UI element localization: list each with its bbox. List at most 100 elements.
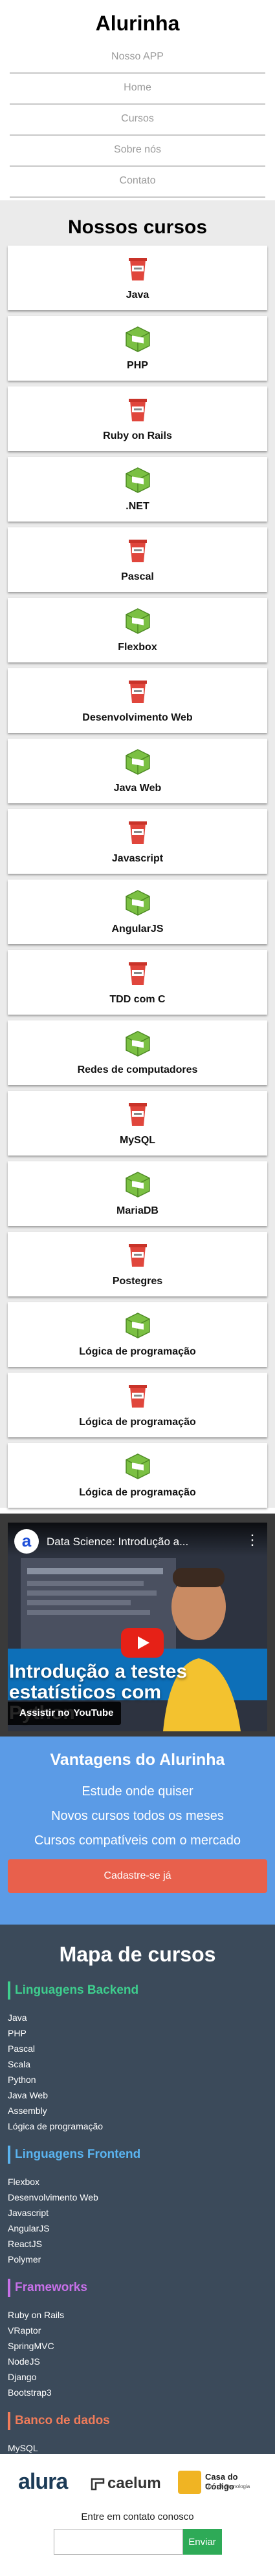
course-name: PHP [127,360,148,371]
cup-icon [124,818,152,847]
course-card[interactable]: Flexbox [8,598,267,662]
course-map-link[interactable]: NodeJS [8,2354,267,2369]
contact-form: Enviar [0,2529,275,2555]
cup-icon [124,396,152,424]
course-card[interactable]: Java [8,246,267,310]
course-name: Lógica de programação [79,1417,196,1428]
cup-icon [124,1382,152,1410]
advantage-item: Estude onde quiser [82,1784,193,1799]
cube-icon [124,466,152,494]
course-map-link[interactable]: Java Web [8,2087,267,2103]
nav-item-cursos[interactable]: Cursos [10,105,265,136]
cube-icon [124,325,152,354]
course-card[interactable]: MySQL [8,1091,267,1156]
course-map-link[interactable]: SpringMVC [8,2338,267,2354]
advantage-item: Novos cursos todos os meses [51,1809,224,1823]
course-map-link[interactable]: Django [8,2369,267,2385]
course-card[interactable]: Lógica de programação [8,1302,267,1367]
course-name: Lógica de programação [79,1487,196,1498]
course-map-link[interactable]: Bootstrap3 [8,2385,267,2400]
caelum-mark-icon [91,2478,105,2491]
contact-email-input[interactable] [53,2529,183,2555]
course-card[interactable]: Lógica de programação [8,1443,267,1508]
course-map-link[interactable]: Scala [8,2056,267,2072]
course-name: AngularJS [111,924,164,934]
more-vert-icon[interactable]: ⋮ [245,1533,259,1547]
channel-logo[interactable]: a [14,1529,39,1554]
send-button[interactable]: Enviar [182,2529,222,2555]
nav-item-contato[interactable]: Contato [10,167,265,198]
cup-icon [124,677,152,706]
course-card[interactable]: Java Web [8,739,267,803]
course-map-link[interactable]: Desenvolvimento Web [8,2190,267,2205]
course-map-links: Java PHP Pascal Scala Python Java Web Assembly… [8,2010,267,2134]
cup-icon [124,959,152,987]
course-map-link[interactable]: Assembly [8,2103,267,2118]
cube-icon [124,889,152,917]
casa-do-codigo-logo[interactable]: Casa do Código Livros & Tecnologia [178,2471,262,2497]
course-map-link[interactable]: Ruby on Rails [8,2307,267,2323]
course-card[interactable]: AngularJS [8,880,267,944]
advantages-section: Vantagens do Alurinha Estude onde quiser… [0,1737,275,1925]
course-card[interactable]: .NET [8,457,267,522]
signup-button[interactable]: Cadastre-se já [8,1859,267,1893]
course-card[interactable]: Pascal [8,527,267,592]
watch-on-youtube-button[interactable]: Assistir no YouTube [8,1702,122,1725]
courses-title: Nossos cursos [67,216,208,238]
course-map-link[interactable]: AngularJS [8,2221,267,2236]
course-card[interactable]: TDD com C [8,950,267,1015]
nav-item-sobre[interactable]: Sobre nós [10,136,265,167]
video-player[interactable]: a Data Science: Introdução a... ⋮ Introd… [8,1523,267,1731]
course-map-link[interactable]: Flexbox [8,2174,267,2190]
course-card[interactable]: Redes de computadores [8,1020,267,1085]
course-card[interactable]: Javascript [8,809,267,874]
course-map-link[interactable]: Java [8,2010,267,2025]
course-card[interactable]: Lógica de programação [8,1373,267,1437]
course-card[interactable]: Postegres [8,1232,267,1296]
alura-logo[interactable]: alura [18,2469,68,2495]
course-map-link[interactable]: ReactJS [8,2236,267,2252]
cup-icon [124,1241,152,1269]
course-card[interactable]: MariaDB [8,1161,267,1226]
caelum-logo[interactable]: caelum [91,2475,161,2493]
cube-icon [124,1170,152,1199]
site-brand: Alurinha [95,12,180,35]
course-card[interactable]: Desenvolvimento Web [8,668,267,733]
course-name: Desenvolvimento Web [82,712,193,723]
course-name: TDD com C [109,994,166,1005]
cube-icon [124,607,152,635]
cube-icon [124,748,152,776]
course-map-link[interactable]: PHP [8,2025,267,2041]
course-card[interactable]: Ruby on Rails [8,386,267,451]
advantages-title: Vantagens do Alurinha [50,1751,225,1769]
course-map-category: Linguagens Backend [8,1981,267,2000]
course-name: Flexbox [118,642,157,653]
play-icon[interactable] [121,1628,164,1658]
cube-icon [124,1452,152,1481]
cup-icon [124,255,152,283]
course-map-link[interactable]: VRaptor [8,2323,267,2338]
course-name: Redes de computadores [77,1064,198,1075]
video-section: a Data Science: Introdução a... ⋮ Introd… [0,1514,275,1737]
nav-item-home[interactable]: Home [10,74,265,105]
cdc-mark-icon [178,2471,201,2494]
course-map-link[interactable]: Polymer [8,2252,267,2267]
course-map-link[interactable]: Lógica de programação [8,2118,267,2134]
site-footer: alura caelum Casa do Código Livros & Tec… [0,2454,275,2555]
video-title[interactable]: Data Science: Introdução a... [47,1536,188,1548]
course-map-link[interactable]: Python [8,2072,267,2087]
site-header: Alurinha Nosso APP Home Cursos Sobre nós… [0,0,275,200]
course-name: Java [126,290,149,301]
course-card[interactable]: PHP [8,316,267,381]
advantage-item: Cursos compatíveis com o mercado [34,1833,241,1848]
course-name: Postegres [112,1276,163,1287]
course-map-link[interactable]: Pascal [8,2041,267,2056]
course-map-links: Ruby on Rails VRaptor SpringMVC NodeJS Djang… [8,2307,267,2400]
course-map-link[interactable]: Javascript [8,2205,267,2221]
course-name: Java Web [113,783,162,794]
course-map-title: Mapa de cursos [59,1943,216,1966]
nav-item-app[interactable]: Nosso APP [10,43,265,74]
cup-icon [124,1100,152,1128]
course-name: Lógica de programação [79,1346,196,1357]
cube-icon [124,1311,152,1340]
